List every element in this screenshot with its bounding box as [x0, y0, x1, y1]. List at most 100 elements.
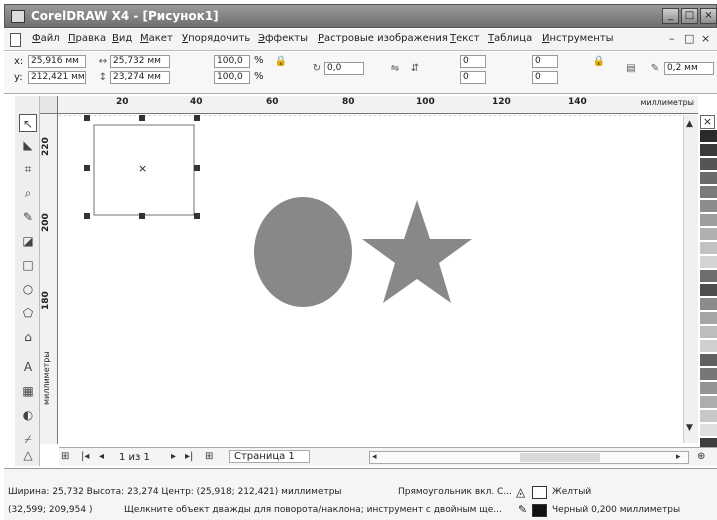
ellipse-tool-icon[interactable]: ○: [19, 280, 37, 298]
lock-ratio-icon[interactable]: 🔒: [274, 55, 288, 68]
scale-y-field[interactable]: 100,0: [214, 71, 250, 84]
corner-radius-top-right[interactable]: 0: [532, 55, 558, 68]
horizontal-scroll-thumb[interactable]: [520, 453, 600, 462]
outline-width-field[interactable]: 0,2 мм: [664, 62, 714, 75]
palette-swatch[interactable]: [700, 242, 717, 255]
tab-page-1[interactable]: Страница 1: [229, 450, 310, 463]
palette-swatch[interactable]: [700, 270, 717, 283]
selection-handle[interactable]: [139, 213, 145, 219]
menu-layout[interactable]: Макет: [140, 33, 173, 44]
zoom-tool-icon[interactable]: ⌕: [19, 184, 37, 202]
palette-swatch[interactable]: [700, 200, 717, 213]
scroll-up-icon[interactable]: ▲: [686, 119, 693, 129]
palette-swatch[interactable]: [700, 214, 717, 227]
corner-lock-icon[interactable]: 🔒: [592, 55, 606, 68]
scale-x-field[interactable]: 100,0: [214, 55, 250, 68]
outline-tool-icon[interactable]: △: [19, 446, 37, 464]
palette-swatch[interactable]: [700, 410, 717, 423]
crop-tool-icon[interactable]: ⌗: [19, 160, 37, 178]
add-page-after-icon[interactable]: ⊞: [205, 451, 213, 462]
selection-handle[interactable]: [194, 213, 200, 219]
palette-swatch[interactable]: [700, 354, 717, 367]
minimize-button[interactable]: _: [662, 8, 679, 24]
basic-shapes-tool-icon[interactable]: ⌂: [19, 328, 37, 346]
palette-swatch[interactable]: [700, 396, 717, 409]
blend-tool-icon[interactable]: ◐: [19, 406, 37, 424]
prev-page-icon[interactable]: ◂: [99, 451, 104, 462]
palette-swatch[interactable]: [700, 326, 717, 339]
palette-swatch[interactable]: [700, 368, 717, 381]
wrap-text-icon[interactable]: ▤: [624, 62, 638, 75]
rotation-field[interactable]: 0,0: [324, 62, 364, 75]
mirror-horizontal-icon[interactable]: ⇋: [388, 62, 402, 75]
freehand-tool-icon[interactable]: ✎: [19, 208, 37, 226]
fill-color-swatch[interactable]: [532, 486, 547, 499]
outline-color-swatch[interactable]: [532, 504, 547, 517]
coreldraw-app-icon[interactable]: [11, 10, 25, 23]
navigator-icon[interactable]: ⊕: [697, 451, 705, 462]
close-button[interactable]: ×: [700, 8, 717, 24]
drawing-canvas[interactable]: ×: [59, 115, 698, 443]
horizontal-ruler[interactable]: 20 40 60 80 100 120 140 миллиметры: [40, 96, 698, 114]
last-page-icon[interactable]: ▸|: [185, 451, 193, 462]
doc-restore-button[interactable]: □: [684, 32, 694, 45]
vertical-ruler[interactable]: 220 200 180 миллиметры: [40, 114, 58, 444]
corner-radius-bottom-right[interactable]: 0: [532, 71, 558, 84]
height-field[interactable]: 23,274 мм: [110, 71, 170, 84]
palette-swatch[interactable]: [700, 228, 717, 241]
ruler-origin[interactable]: [40, 96, 58, 114]
scroll-left-icon[interactable]: ◂: [372, 452, 377, 462]
menu-table[interactable]: Таблица: [488, 33, 532, 44]
menu-effects[interactable]: Эффекты: [258, 33, 308, 44]
add-page-before-icon[interactable]: ⊞: [61, 451, 69, 462]
palette-swatch[interactable]: [700, 284, 717, 297]
corner-radius-bottom-left[interactable]: 0: [460, 71, 486, 84]
horizontal-scrollbar[interactable]: ◂ ▸: [369, 451, 689, 464]
width-field[interactable]: 25,732 мм: [110, 55, 170, 68]
doc-minimize-button[interactable]: –: [669, 32, 675, 45]
table-tool-icon[interactable]: ▦: [19, 382, 37, 400]
palette-swatch[interactable]: [700, 256, 717, 269]
rectangle-tool-icon[interactable]: □: [19, 256, 37, 274]
menu-arrange[interactable]: Упорядочить: [182, 33, 250, 44]
palette-swatch[interactable]: [700, 382, 717, 395]
palette-swatch[interactable]: [700, 144, 717, 157]
palette-swatch[interactable]: [700, 298, 717, 311]
palette-swatch[interactable]: [700, 130, 717, 143]
vertical-scrollbar[interactable]: ▲ ▼: [683, 115, 698, 443]
text-tool-icon[interactable]: A: [19, 358, 37, 376]
selection-handle[interactable]: [84, 213, 90, 219]
first-page-icon[interactable]: |◂: [81, 451, 89, 462]
y-position-field[interactable]: 212,421 мм: [28, 71, 86, 84]
no-color-swatch[interactable]: ×: [700, 115, 715, 129]
menu-tools[interactable]: Инструменты: [542, 33, 614, 44]
palette-swatch[interactable]: [700, 172, 717, 185]
doc-close-button[interactable]: ×: [701, 32, 710, 45]
ellipse-shape[interactable]: [254, 197, 352, 307]
mirror-vertical-icon[interactable]: ⇵: [408, 62, 422, 75]
polygon-tool-icon[interactable]: ⬠: [19, 304, 37, 322]
selection-handle[interactable]: [139, 115, 145, 121]
menu-view[interactable]: Вид: [112, 33, 132, 44]
corner-radius-top-left[interactable]: 0: [460, 55, 486, 68]
maximize-button[interactable]: □: [681, 8, 698, 24]
menu-edit[interactable]: Правка: [68, 33, 106, 44]
pick-tool-icon[interactable]: ↖: [19, 114, 37, 132]
menu-bitmaps[interactable]: Растровые изображения: [318, 33, 448, 44]
palette-swatch[interactable]: [700, 424, 717, 437]
menu-text[interactable]: Текст: [450, 33, 480, 44]
palette-swatch[interactable]: [700, 158, 717, 171]
selection-handle[interactable]: [84, 115, 90, 121]
palette-swatch[interactable]: [700, 186, 717, 199]
selection-handle[interactable]: [84, 165, 90, 171]
next-page-icon[interactable]: ▸: [171, 451, 176, 462]
scroll-right-icon[interactable]: ▸: [676, 452, 681, 462]
selection-handle[interactable]: [194, 115, 200, 121]
palette-swatch[interactable]: [700, 312, 717, 325]
x-position-field[interactable]: 25,916 мм: [28, 55, 86, 68]
palette-swatch[interactable]: [700, 340, 717, 353]
scroll-down-icon[interactable]: ▼: [686, 423, 693, 433]
smart-fill-tool-icon[interactable]: ◪: [19, 232, 37, 250]
menu-file[interactable]: Файл: [32, 33, 60, 44]
star-shape[interactable]: [362, 200, 472, 303]
